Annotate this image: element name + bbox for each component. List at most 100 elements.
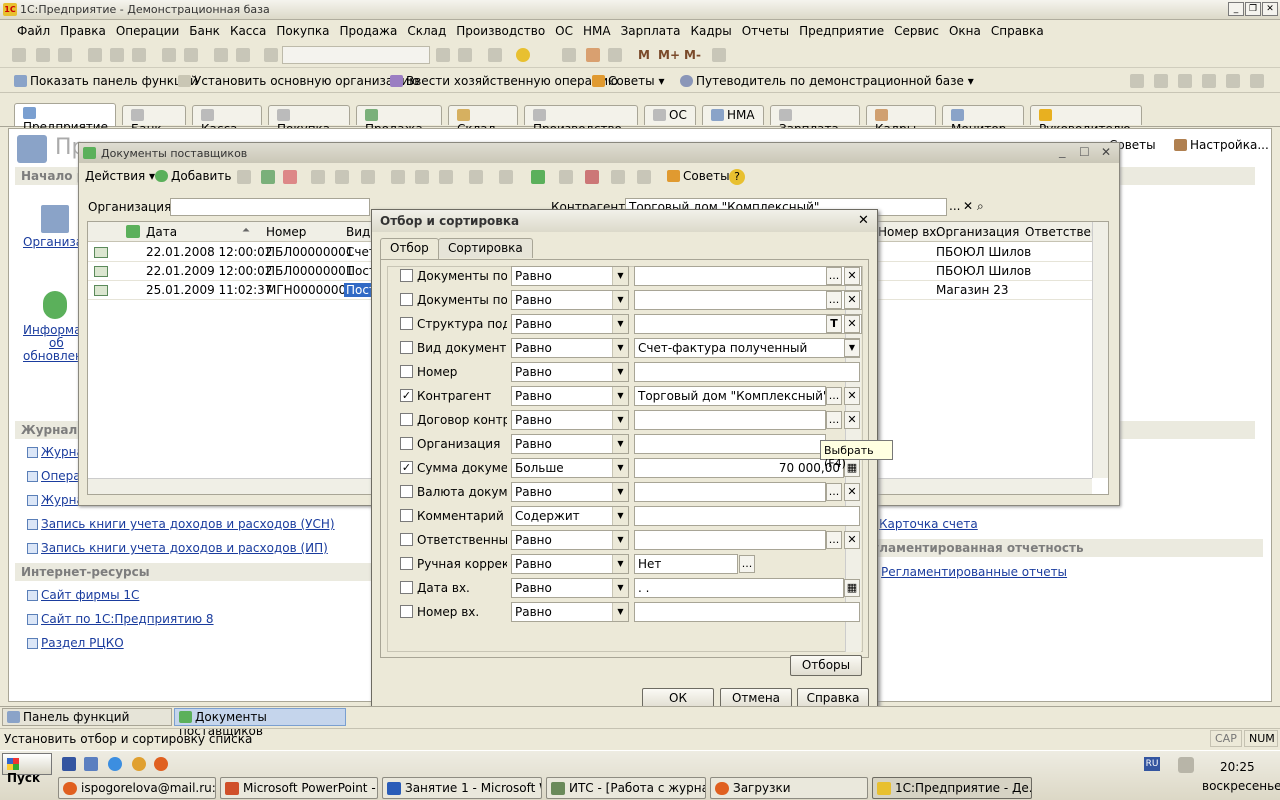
book-usn-link[interactable]: Запись книги учета доходов и расходов (У… [41,517,335,531]
comparison-select[interactable]: Равно ▼ [511,530,629,550]
doc-maximize-button[interactable]: ☐ [1079,145,1090,159]
task-word[interactable]: Занятие 1 - Microsoft W... [382,777,542,799]
filter-checkbox[interactable] [400,581,413,594]
regulated-reports-link[interactable]: Регламентированные отчеты [881,565,1067,579]
filter-checkbox[interactable] [400,317,413,330]
tab-monitor[interactable]: Монитор [942,105,1024,136]
select-button[interactable]: ... [826,411,842,429]
comparison-select[interactable]: Равно ▼ [511,482,629,502]
contractor-clear-button[interactable]: ✕ [963,199,973,213]
contractor-search-icon[interactable]: ⌕ [977,199,984,214]
filter-checkbox[interactable] [400,341,413,354]
filters-button[interactable]: Отборы [790,655,862,676]
menu-nma[interactable]: НМА [578,21,616,38]
list-settings-icon[interactable] [637,170,651,184]
find-icon[interactable] [335,170,349,184]
comparison-select[interactable]: Равно ▼ [511,602,629,622]
clear-icon[interactable]: ✕ [844,531,860,549]
menu-os[interactable]: ОС [550,21,578,38]
site-1c-enterprise-link[interactable]: Сайт по 1С:Предприятию 8 [41,612,214,626]
menu-windows[interactable]: Окна [944,21,986,38]
rcko-link[interactable]: Раздел РЦКО [41,636,124,650]
show-panel-button[interactable]: Показать панель функций [14,74,198,88]
clear-filter-icon[interactable] [469,170,483,184]
restore-button[interactable]: ❐ [1245,2,1261,16]
site-1c-link[interactable]: Сайт фирмы 1С [41,588,139,602]
filter-value-input[interactable]: Нет [634,554,738,574]
memory-plus-button[interactable]: M+ [658,48,680,62]
select-button[interactable]: ... [826,483,842,501]
filter-value-input[interactable]: Счет-фактура полученный [634,338,860,358]
filter-icon[interactable] [439,170,453,184]
enter-operation-button[interactable]: Ввести хозяйственную операцию [390,74,618,88]
tab-hr[interactable]: Кадры [866,105,936,136]
paste-icon[interactable] [132,48,146,62]
filter-value-input[interactable]: 70 000,00 [634,458,844,478]
delete-icon[interactable] [283,170,297,184]
search-input[interactable] [282,46,430,64]
menu-edit[interactable]: Правка [55,21,111,38]
filter-checkbox[interactable]: ✓ [400,461,413,474]
new-icon[interactable] [12,48,26,62]
account-card-link[interactable]: Карточка счета [879,517,978,531]
users-icon[interactable] [608,48,622,62]
calendar-icon[interactable]: ▦ [844,579,860,597]
add-button[interactable]: Добавить [155,169,231,183]
tab-purchase[interactable]: Покупка [268,105,350,136]
post-icon[interactable] [499,170,513,184]
copy-icon[interactable] [110,48,124,62]
column-number[interactable]: Номер [266,225,306,239]
hierarchy-icon[interactable] [361,170,375,184]
docs-window-tab[interactable]: Документы поставщиков [174,708,346,738]
preview-icon[interactable] [184,48,198,62]
menu-hr[interactable]: Кадры [685,21,736,38]
filter-checkbox[interactable] [400,509,413,522]
select-button[interactable]: ... [826,291,842,309]
doc-minimize-button[interactable]: _ [1059,144,1066,159]
filter-value-input[interactable] [634,506,860,526]
comparison-select[interactable]: Равно ▼ [511,554,629,574]
tab-os[interactable]: ОС [644,105,696,125]
cut-icon[interactable] [88,48,102,62]
quicklaunch-icon[interactable] [84,757,98,771]
task-1c[interactable]: 1С:Предприятие - Де... [872,777,1032,799]
clock-time[interactable]: 20:25 [1220,760,1255,774]
report-icon[interactable] [1226,74,1240,88]
menu-bank[interactable]: Банк [184,21,225,38]
dialog-close-button[interactable]: ✕ [858,213,869,228]
column-date[interactable]: Дата [146,225,177,239]
comparison-select[interactable]: Содержит ▼ [511,506,629,526]
menu-service[interactable]: Сервис [889,21,944,38]
tab-manager[interactable]: Руководителю [1030,105,1142,136]
mail-icon[interactable] [132,757,146,771]
comparison-select[interactable]: Равно ▼ [511,410,629,430]
comparison-select[interactable]: Больше ▼ [511,458,629,478]
tab-cash[interactable]: Касса [192,105,262,136]
settings-link[interactable]: Настройка... [1174,138,1269,152]
filter-checkbox[interactable]: ✓ [400,389,413,402]
structure-icon[interactable] [611,170,625,184]
filter-checkbox[interactable] [400,533,413,546]
contractor-select-button[interactable]: ... [949,199,960,213]
task-mail[interactable]: ispogorelova@mail.ru: О... [58,777,216,799]
filter-checkbox[interactable] [400,293,413,306]
refresh-icon[interactable] [531,170,545,184]
filter-checkbox[interactable] [400,605,413,618]
find-next-icon[interactable] [436,48,450,62]
clear-icon[interactable]: ✕ [844,411,860,429]
memory-minus-button[interactable]: M- [684,48,701,62]
menu-operations[interactable]: Операции [111,21,184,38]
tab-nma[interactable]: НМА [702,105,764,125]
comparison-select[interactable]: Равно ▼ [511,314,629,334]
calculator-icon[interactable]: ▦ [844,459,860,477]
filter-value-input[interactable] [634,410,826,430]
text-mode-icon[interactable]: T [826,315,842,333]
filter-value-input[interactable] [634,434,826,454]
dt-kt-icon[interactable] [585,170,599,184]
guide-button[interactable]: Путеводитель по демонстрационной базе ▾ [680,74,974,88]
open-icon[interactable] [36,48,50,62]
people-icon[interactable] [1178,74,1192,88]
edit-icon[interactable] [261,170,275,184]
journal-link-2[interactable]: Опера [41,469,81,483]
panel-window-tab[interactable]: Панель функций [2,708,172,726]
